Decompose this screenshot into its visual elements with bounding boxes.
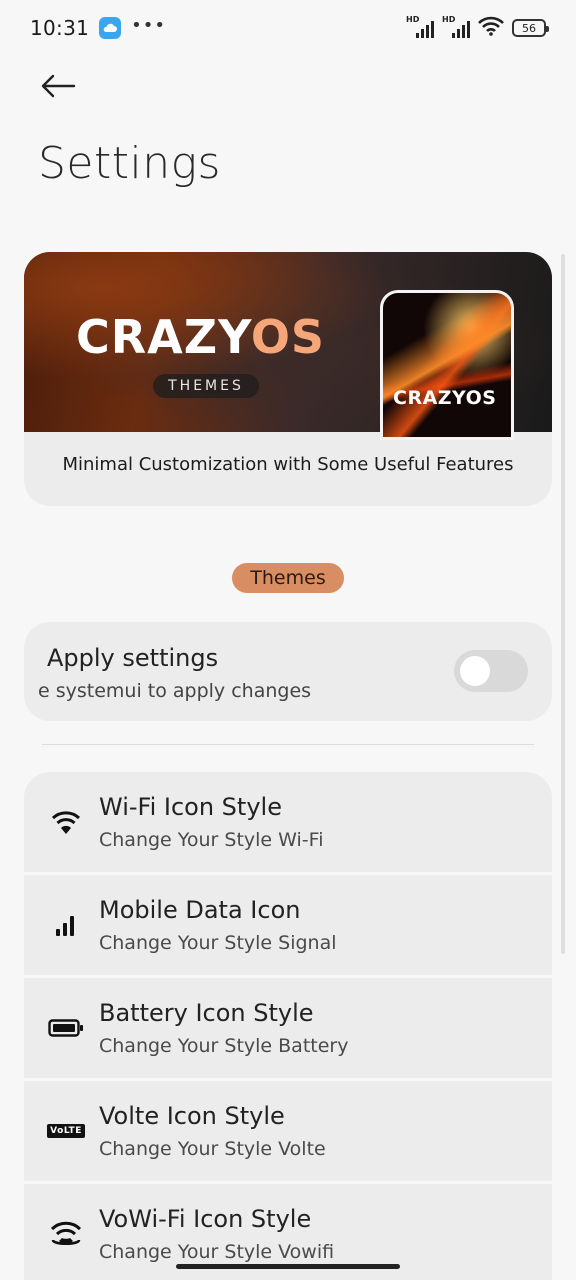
- banner-caption: Minimal Customization with Some Useful F…: [62, 454, 514, 475]
- signal-icon: [48, 911, 84, 939]
- apply-settings-title: Apply settings: [47, 644, 219, 672]
- section-label-themes: Themes: [232, 563, 344, 593]
- list-item-battery-style[interactable]: Battery Icon Style Change Your Style Bat…: [24, 978, 552, 1078]
- home-indicator[interactable]: [176, 1264, 400, 1269]
- list-item-title: Wi-Fi Icon Style: [99, 793, 282, 821]
- phone-preview-image: CRAZYOS: [380, 290, 514, 440]
- page-title: Settings: [38, 138, 221, 189]
- icon-style-list: Wi-Fi Icon Style Change Your Style Wi-Fi…: [24, 772, 552, 1280]
- wifi-status-icon: [478, 16, 504, 40]
- list-item-title: Battery Icon Style: [99, 999, 314, 1027]
- signal-sim1-icon: HD: [406, 15, 434, 38]
- list-item-subtitle: Change Your Style Signal: [99, 932, 337, 954]
- wifi-icon: [48, 808, 84, 836]
- brand-tag: THEMES: [153, 374, 259, 398]
- vowifi-icon: [48, 1220, 84, 1248]
- scrollbar[interactable]: [561, 254, 565, 954]
- phone-brand-logo: CRAZYOS: [393, 387, 497, 409]
- toggle-knob: [460, 656, 490, 686]
- list-item-volte-style[interactable]: VoLTE Volte Icon Style Change Your Style…: [24, 1081, 552, 1181]
- apply-settings-card[interactable]: Apply settings e systemui to apply chang…: [24, 622, 552, 721]
- battery-icon: [48, 1014, 84, 1042]
- status-bar: 10:31 ••• HD HD 56: [0, 0, 576, 56]
- signal-sim2-icon: HD: [442, 15, 470, 38]
- arrow-left-icon: [41, 74, 76, 98]
- divider: [42, 744, 534, 745]
- list-item-title: VoWi-Fi Icon Style: [99, 1205, 312, 1233]
- list-item-mobile-data[interactable]: Mobile Data Icon Change Your Style Signa…: [24, 875, 552, 975]
- volte-icon: VoLTE: [47, 1117, 85, 1145]
- more-notifications-icon: •••: [131, 14, 166, 36]
- list-item-subtitle: Change Your Style Volte: [99, 1138, 326, 1160]
- brand-logo: CRAZYOS: [76, 310, 326, 364]
- list-item-title: Volte Icon Style: [99, 1102, 285, 1130]
- list-item-subtitle: Change Your Style Wi-Fi: [99, 829, 324, 851]
- banner-image: CRAZYOS THEMES CRAZYOS: [24, 252, 552, 440]
- banner-card: CRAZYOS THEMES CRAZYOS Minimal Customiza…: [24, 252, 552, 506]
- list-item-wifi-style[interactable]: Wi-Fi Icon Style Change Your Style Wi-Fi: [24, 772, 552, 872]
- clock: 10:31: [30, 16, 90, 40]
- back-button[interactable]: [40, 68, 80, 104]
- apply-settings-toggle[interactable]: [454, 650, 528, 692]
- battery-status-icon: 56: [512, 19, 549, 37]
- list-item-subtitle: Change Your Style Battery: [99, 1035, 349, 1057]
- list-item-title: Mobile Data Icon: [99, 896, 301, 924]
- cloud-icon: [99, 17, 122, 39]
- apply-settings-subtitle: e systemui to apply changes: [38, 680, 312, 702]
- list-item-subtitle: Change Your Style Vowifi: [99, 1241, 335, 1263]
